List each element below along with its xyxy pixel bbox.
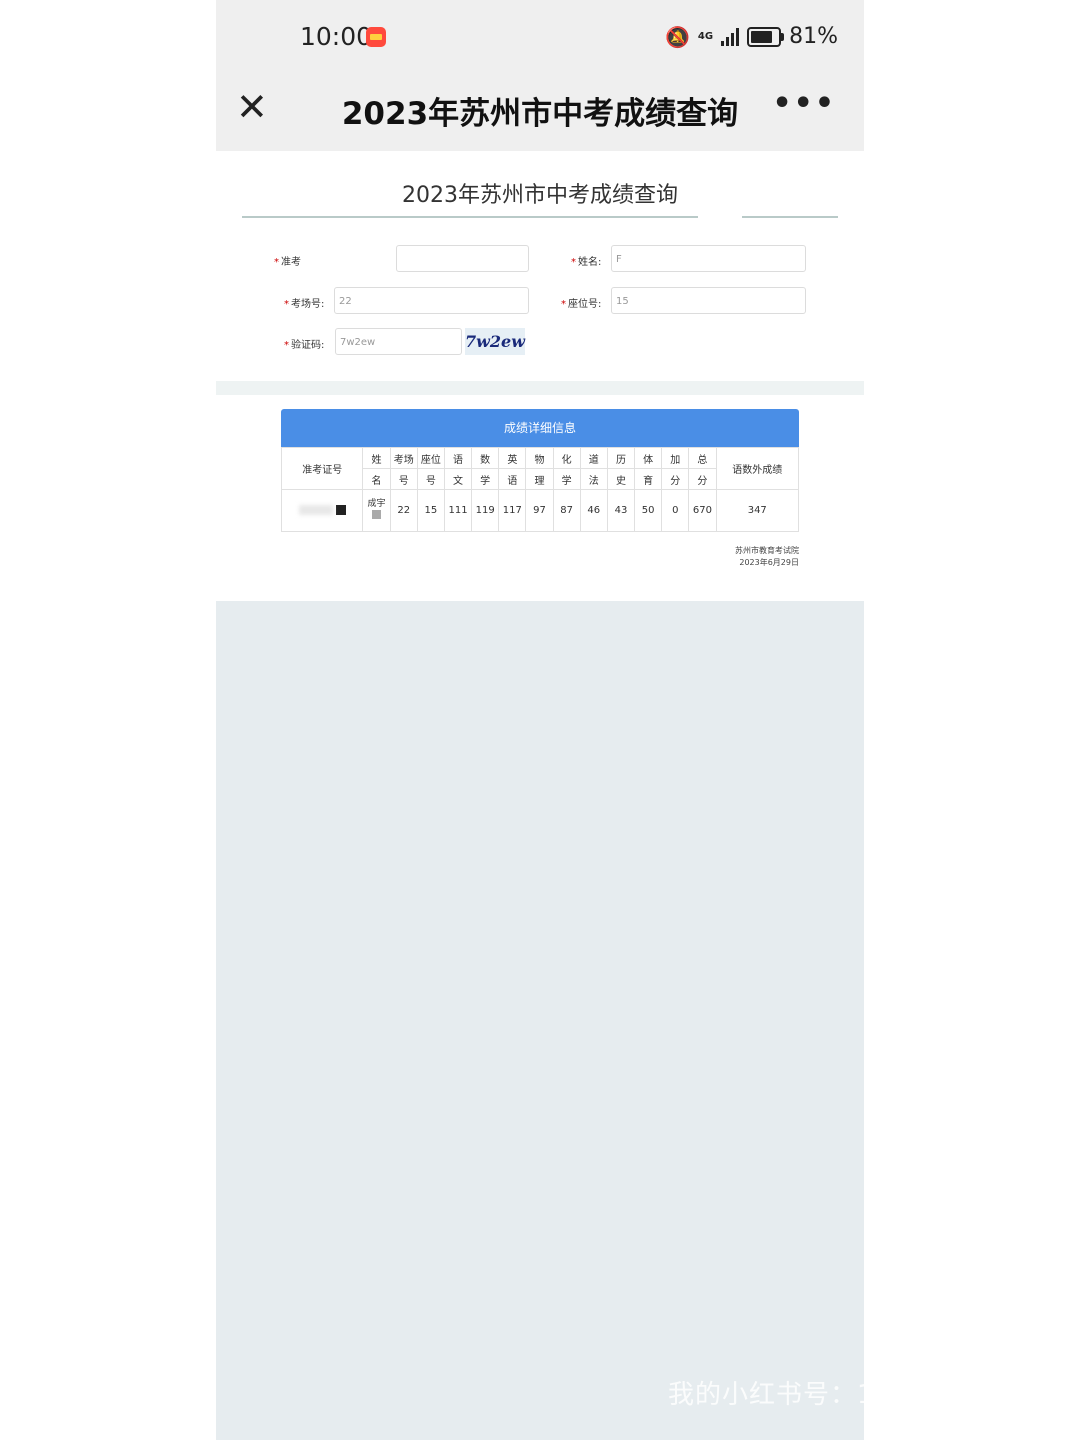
col-morality-bottom: 法 — [579, 468, 608, 490]
nav-bar: ✕ 2023年苏州市中考成绩查询 ••• — [216, 78, 864, 151]
col-chemistry-top: 化 — [552, 447, 581, 469]
seat-label: * 座位号: — [561, 299, 602, 310]
nav-title: 2023年苏州市中考成绩查询 — [341, 96, 739, 132]
query-page: 2023年苏州市中考成绩查询 * 准考 * 姓名: F * 考场号: 22 * 座位号:… — [216, 151, 864, 601]
col-english-bottom: 语 — [498, 468, 527, 490]
col-seat-bottom: 号 — [416, 468, 445, 490]
cell-exam-id — [280, 489, 364, 532]
issuer-org: 苏州市教育考试院 — [735, 546, 799, 555]
heading-underline — [242, 216, 698, 218]
col-physics-bottom: 理 — [525, 468, 554, 490]
cell-history: 43 — [606, 489, 636, 532]
col-bonus-top: 加 — [661, 447, 690, 469]
cell-room: 22 — [389, 489, 418, 532]
exam-id-label: * 准考 — [274, 257, 301, 268]
result-card: 成绩详细信息 准考证号 姓 考场 座位 语 数 英 物 化 道 历 体 加 总 … — [280, 409, 799, 532]
col-chemistry-bottom: 学 — [552, 468, 581, 490]
watermark-badge — [916, 1307, 1030, 1355]
col-english-top: 英 — [498, 447, 527, 469]
cell-english: 117 — [498, 489, 527, 532]
col-chinese-bottom: 文 — [443, 468, 473, 490]
col-math-bottom: 学 — [471, 468, 500, 490]
col-cme-total: 语数外成绩 — [715, 447, 799, 490]
more-options-icon[interactable]: ••• — [772, 86, 836, 121]
cell-total: 670 — [688, 489, 717, 532]
col-name-bottom: 名 — [362, 468, 391, 490]
issuer-note: 苏州市教育考试院 2023年6月29日 — [735, 545, 799, 569]
col-history-top: 历 — [606, 447, 636, 469]
captcha-input[interactable]: 7w2ew — [335, 328, 462, 355]
watermark: 我的小红书号：1032333930 — [668, 1380, 1033, 1410]
captcha-image[interactable]: 7w2ew — [465, 328, 525, 355]
phone-screen: 10:00 🔕 4G 81% ✕ 2023年苏州市中考成绩查询 ••• 2023… — [216, 0, 864, 1440]
col-exam-id: 准考证号 — [280, 447, 364, 490]
col-total-bottom: 分 — [688, 468, 717, 490]
exam-id-input[interactable] — [396, 245, 529, 272]
table-header-row: 准考证号 姓 考场 座位 语 数 英 物 化 道 历 体 加 总 语数外成绩 — [280, 447, 799, 490]
cell-cme-total: 347 — [715, 489, 799, 532]
result-header: 成绩详细信息 — [281, 409, 799, 447]
status-bar: 10:00 🔕 4G 81% — [216, 0, 864, 78]
col-room-top: 考场 — [389, 447, 418, 469]
col-total-top: 总 — [688, 447, 717, 469]
cell-bonus: 0 — [661, 489, 690, 532]
cell-chinese: 111 — [443, 489, 473, 532]
col-math-top: 数 — [471, 447, 500, 469]
col-pe-top: 体 — [634, 447, 663, 469]
app-notification-icon — [366, 27, 386, 47]
col-bonus-bottom: 分 — [661, 468, 690, 490]
score-table: 准考证号 姓 考场 座位 语 数 英 物 化 道 历 体 加 总 语数外成绩 名… — [280, 447, 799, 532]
page-title: 2023年苏州市中考成绩查询 — [402, 183, 678, 208]
col-history-bottom: 史 — [606, 468, 636, 490]
col-room-bottom: 号 — [389, 468, 418, 490]
col-name-top: 姓 — [362, 447, 391, 469]
battery-level: 81% — [789, 24, 838, 49]
col-pe-bottom: 育 — [634, 468, 663, 490]
network-type: 4G — [697, 31, 714, 42]
room-label: * 考场号: — [284, 299, 325, 310]
col-morality-top: 道 — [579, 447, 608, 469]
issue-date: 2023年6月29日 — [739, 558, 799, 567]
cell-pe: 50 — [634, 489, 663, 532]
table-row: 成宇 22 15 111 119 117 97 87 46 43 50 0 67… — [280, 489, 799, 532]
status-time: 10:00 — [300, 22, 373, 51]
cell-physics: 97 — [525, 489, 554, 532]
bell-muted-icon: 🔕 — [665, 24, 690, 49]
col-seat-top: 座位 — [416, 447, 445, 469]
heading-underline-right — [742, 216, 838, 218]
captcha-label: * 验证码: — [284, 340, 325, 351]
name-label: * 姓名: — [571, 257, 602, 268]
cell-morality: 46 — [579, 489, 608, 532]
cell-name: 成宇 — [362, 489, 391, 532]
status-indicators: 🔕 4G 81% — [665, 24, 838, 49]
col-chinese-top: 语 — [443, 447, 473, 469]
battery-icon — [747, 26, 785, 47]
seat-input[interactable]: 15 — [611, 287, 806, 314]
col-physics-top: 物 — [525, 447, 554, 469]
cell-chemistry: 87 — [552, 489, 581, 532]
section-divider — [216, 381, 864, 395]
name-input[interactable]: F — [611, 245, 806, 272]
room-input[interactable]: 22 — [334, 287, 529, 314]
cell-seat: 15 — [416, 489, 445, 532]
signal-icon — [721, 27, 740, 46]
cell-math: 119 — [471, 489, 500, 532]
